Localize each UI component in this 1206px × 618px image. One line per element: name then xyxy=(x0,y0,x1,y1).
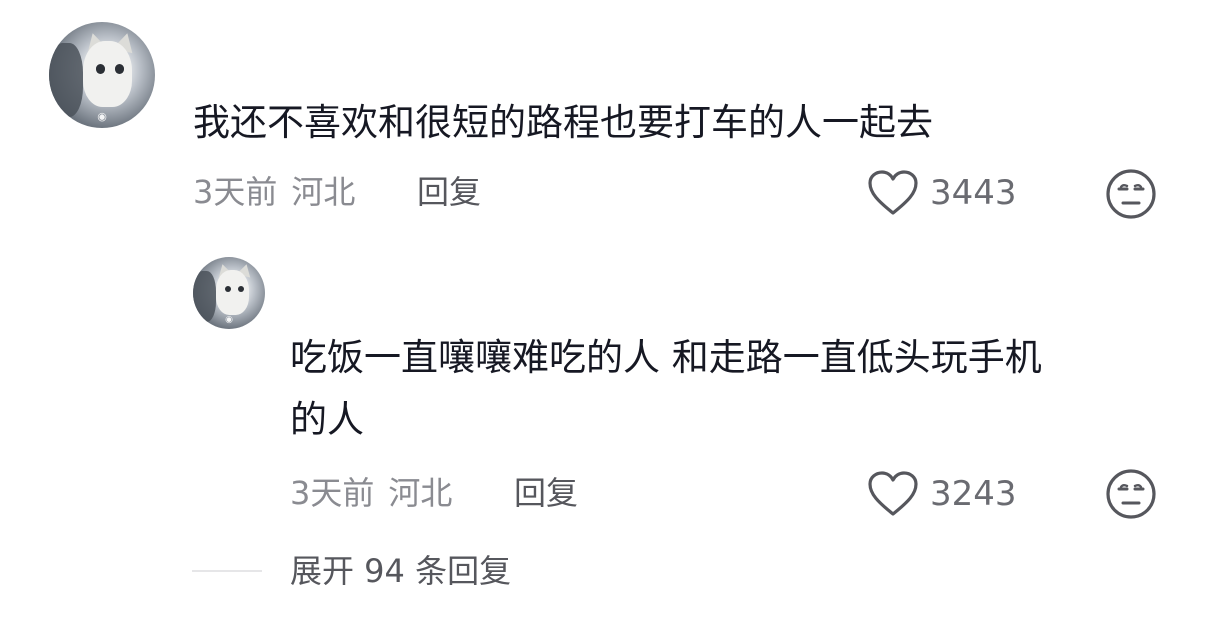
heart-icon xyxy=(868,471,918,516)
like-count: 3443 xyxy=(930,173,1017,213)
commenter-avatar[interactable]: ◉ xyxy=(49,22,155,128)
replier-avatar[interactable]: ◉ xyxy=(193,257,265,329)
reply-time: 3天前 xyxy=(290,474,375,512)
reply-text: 吃饭一直嚷嚷难吃的人 和走路一直低头玩手机 的人 xyxy=(290,336,1042,441)
unamused-face-icon[interactable] xyxy=(1105,468,1157,520)
comment-meta: 3天前 河北 xyxy=(193,172,355,212)
avatar-shadow xyxy=(193,271,217,322)
reply-like-button[interactable]: 3243 xyxy=(868,471,1017,517)
cat-face xyxy=(82,41,132,107)
comment-time: 3天前 xyxy=(193,173,278,211)
unamused-face-icon[interactable] xyxy=(1105,168,1157,220)
expand-replies-label: 展开 94 条回复 xyxy=(290,552,512,590)
cat-eye-right xyxy=(114,64,125,74)
like-button[interactable]: 3443 xyxy=(868,170,1017,216)
cat-face xyxy=(216,269,250,315)
avatar-shadow xyxy=(49,43,83,118)
reply-location: 河北 xyxy=(388,474,453,512)
heart-icon xyxy=(868,170,918,215)
comment-location: 河北 xyxy=(291,173,356,211)
reply-button[interactable]: 回复 xyxy=(417,172,481,212)
comment-text: 我还不喜欢和很短的路程也要打车的人一起去 xyxy=(193,101,933,144)
camera-icon: ◉ xyxy=(97,109,107,123)
reply-like-count: 3243 xyxy=(930,474,1017,514)
expand-replies-button[interactable]: 展开 94 条回复 xyxy=(192,551,511,591)
comment-thread: ◉ 我还不喜欢和很短的路程也要打车的人一起去 3天前 河北 回复 3443 ◉ 吃… xyxy=(0,0,1206,618)
reply-meta: 3天前 河北 xyxy=(290,473,452,513)
reply-to-reply-button[interactable]: 回复 xyxy=(514,473,578,513)
camera-icon: ◉ xyxy=(225,314,233,325)
expand-divider xyxy=(192,570,262,572)
cat-eye-left xyxy=(95,64,106,74)
